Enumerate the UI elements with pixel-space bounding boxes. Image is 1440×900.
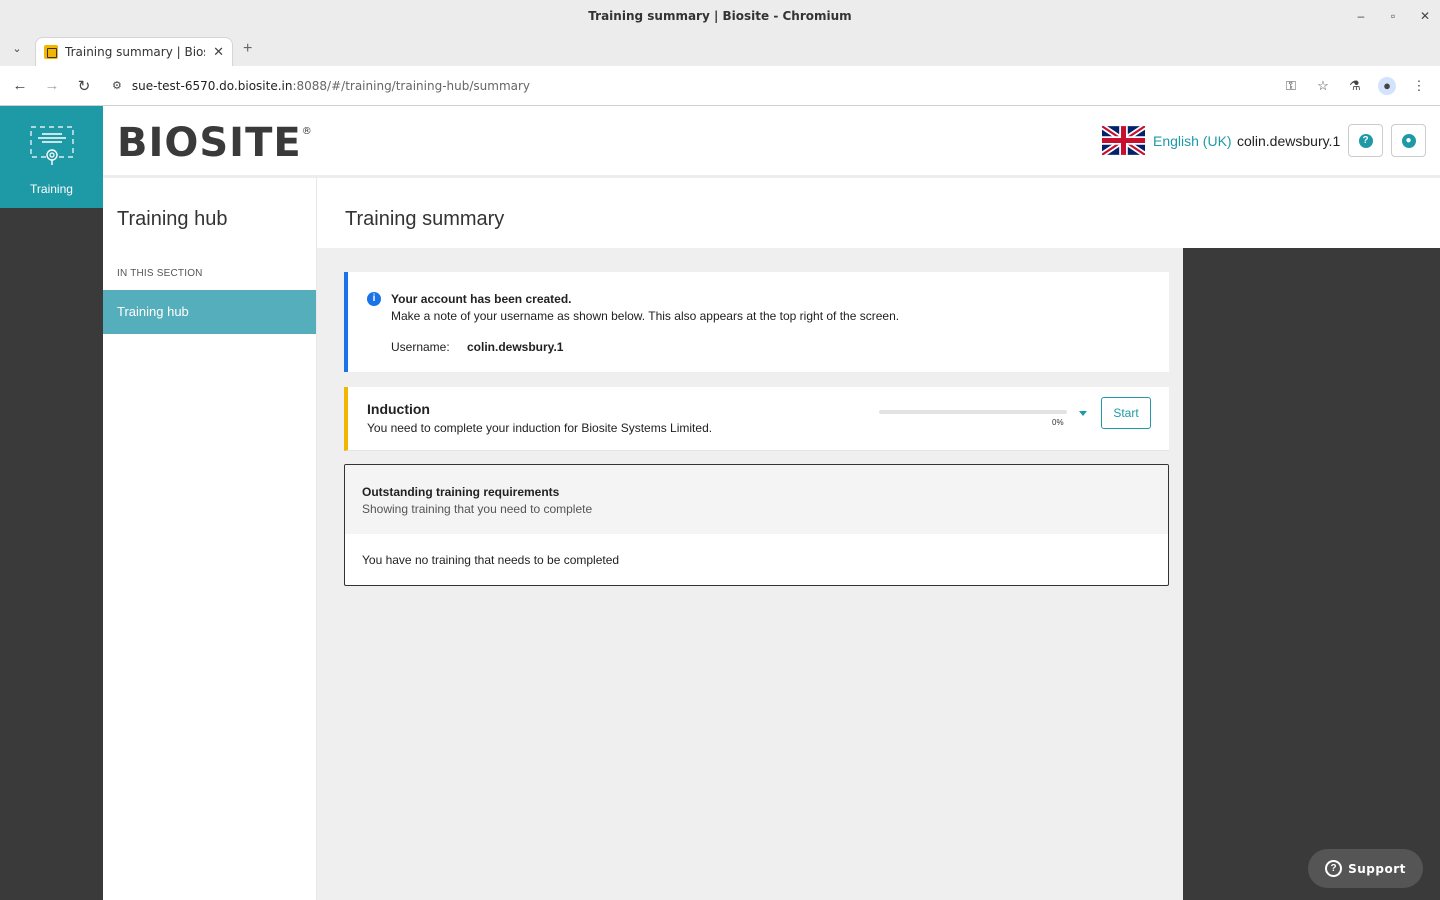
support-button[interactable]: ? Support (1308, 849, 1423, 888)
sidebar-title: Training hub (117, 208, 228, 230)
induction-progress-label: 0% (1052, 418, 1064, 427)
forward-arrow-icon[interactable]: → (36, 77, 68, 94)
expand-caret-icon[interactable] (1079, 411, 1087, 416)
header-username: colin.dewsbury.1 (1237, 133, 1341, 149)
window-controls: – ▫ ✕ (1356, 0, 1430, 32)
new-tab-plus-icon[interactable]: + (243, 40, 252, 58)
reload-icon[interactable]: ↻ (68, 77, 100, 95)
biosite-logo[interactable]: BIOSITE® (117, 120, 313, 166)
sidebar: Training hub IN THIS SECTION Training hu… (103, 178, 317, 900)
requirements-subtitle: Showing training that you need to comple… (362, 502, 593, 516)
tab-title: Training summary | Biosite (65, 45, 205, 59)
profile-avatar-icon[interactable]: ● (1378, 77, 1396, 95)
app-nav-training-label: Training (30, 182, 73, 196)
info-icon: i (367, 292, 381, 306)
app-nav-training[interactable]: Training (0, 106, 103, 208)
requirements-title: Outstanding training requirements (362, 485, 560, 499)
support-label: Support (1348, 861, 1406, 876)
maximize-icon[interactable]: ▫ (1388, 9, 1398, 23)
requirements-header: Outstanding training requirements Showin… (345, 465, 1168, 534)
tab-list-chevron-icon[interactable]: ⌄ (8, 40, 26, 58)
url-host: sue-test-6570.do.biosite.in (131, 78, 293, 93)
help-question-icon: ? (1358, 133, 1373, 148)
tab-bar: ⌄ Training summary | Biosite ✕ + (0, 32, 1440, 66)
close-window-icon[interactable]: ✕ (1420, 9, 1430, 23)
url-path: :8088/#/training/training-hub/summary (292, 78, 531, 93)
induction-card: Induction You need to complete your indu… (344, 387, 1169, 451)
site-info-icon[interactable]: ⚙ (112, 79, 122, 92)
induction-title: Induction (367, 401, 430, 417)
browser-tab[interactable]: Training summary | Biosite ✕ (35, 37, 233, 66)
window-titlebar: Training summary | Biosite - Chromium – … (0, 0, 1440, 32)
biosite-favicon-icon (44, 45, 58, 59)
outstanding-requirements-panel: Outstanding training requirements Showin… (344, 464, 1169, 586)
window-title: Training summary | Biosite - Chromium (588, 9, 852, 23)
app-header: BIOSITE® English (UK) colin.dewsbury.1 ?… (103, 106, 1440, 178)
labs-flask-icon[interactable]: ⚗ (1346, 78, 1364, 94)
main-content: i Your account has been created. Make a … (317, 248, 1183, 900)
username-value: colin.dewsbury.1 (467, 340, 564, 354)
page-title: Training summary (345, 208, 505, 230)
username-label: Username: (391, 340, 450, 354)
training-module-icon (29, 126, 74, 165)
induction-progress-bar (879, 410, 1067, 414)
address-bar-actions: ⚿ ☆ ⚗ ● ⋮ (1282, 66, 1428, 106)
support-question-icon: ? (1325, 860, 1343, 877)
logo-text: BIOSITE (117, 120, 302, 166)
bookmark-star-icon[interactable]: ☆ (1314, 78, 1332, 94)
menu-kebab-icon[interactable]: ⋮ (1410, 78, 1428, 94)
start-induction-button[interactable]: Start (1101, 397, 1151, 429)
url-field[interactable]: sue-test-6570.do.biosite.in:8088/#/train… (132, 79, 530, 93)
tab-close-icon[interactable]: ✕ (213, 44, 224, 60)
page-header: Training summary (317, 178, 1440, 248)
notice-text: Make a note of your username as shown be… (391, 309, 900, 323)
requirements-empty-text: You have no training that needs to be co… (362, 553, 620, 567)
back-arrow-icon[interactable]: ← (4, 77, 36, 94)
notice-title: Your account has been created. (391, 292, 572, 306)
sidebar-item-training-hub[interactable]: Training hub (103, 290, 316, 334)
help-button[interactable]: ? (1348, 124, 1383, 157)
account-button[interactable]: ● (1391, 124, 1426, 157)
section-label: IN THIS SECTION (117, 268, 203, 279)
logo-registered-mark: ® (301, 126, 313, 137)
induction-text: You need to complete your induction for … (367, 421, 713, 435)
user-account-icon: ● (1401, 133, 1416, 148)
address-bar: ← → ↻ ⚙ sue-test-6570.do.biosite.in:8088… (0, 66, 1440, 106)
password-key-icon[interactable]: ⚿ (1282, 78, 1300, 94)
language-selector[interactable]: English (UK) (1153, 133, 1232, 149)
uk-flag-icon[interactable] (1102, 126, 1145, 155)
account-created-notice: i Your account has been created. Make a … (344, 272, 1169, 372)
minimize-icon[interactable]: – (1356, 9, 1366, 23)
